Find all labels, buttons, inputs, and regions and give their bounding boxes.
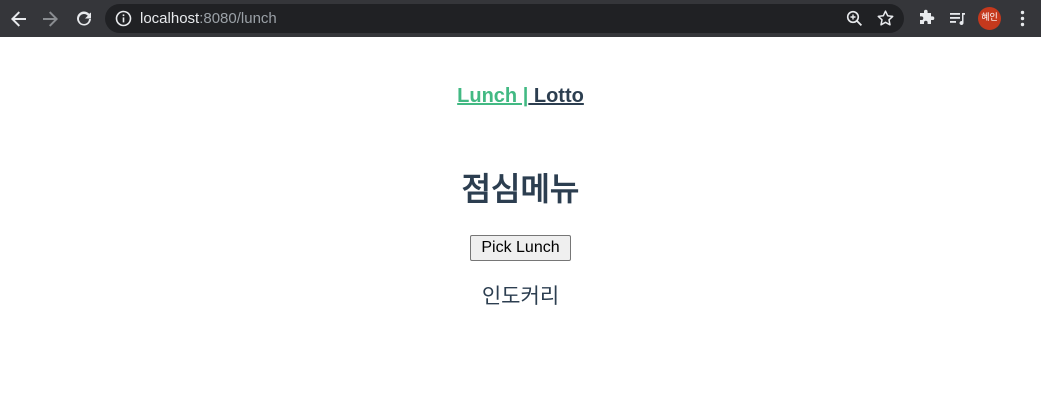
media-queue-icon[interactable] — [948, 9, 967, 28]
bookmark-star-icon[interactable] — [876, 9, 895, 28]
pick-lunch-button[interactable]: Pick Lunch — [470, 235, 571, 261]
browser-menu-icon[interactable] — [1013, 9, 1032, 28]
extensions-puzzle-icon[interactable] — [917, 9, 936, 28]
zoom-icon[interactable] — [845, 9, 864, 28]
address-bar[interactable]: localhost:8080/lunch — [105, 4, 904, 33]
app-nav: Lunch | Lotto — [0, 83, 1041, 109]
page-content: Lunch | Lotto 점심메뉴 Pick Lunch 인도커리 — [0, 37, 1041, 410]
url-path: :8080/lunch — [199, 10, 277, 27]
nav-link-lunch[interactable]: Lunch | — [457, 85, 528, 107]
back-button[interactable] — [6, 6, 32, 32]
reload-icon — [77, 11, 91, 26]
profile-avatar[interactable]: 혜인 — [978, 7, 1001, 30]
url-host: localhost — [140, 10, 200, 27]
forward-arrow-icon — [43, 11, 58, 27]
nav-link-lotto[interactable]: Lotto — [528, 85, 584, 107]
back-arrow-icon — [11, 11, 26, 27]
forward-button[interactable] — [37, 6, 63, 32]
profile-initials: 혜인 — [981, 13, 998, 23]
url-text[interactable]: localhost:8080/lunch — [140, 10, 277, 27]
site-info-icon[interactable] — [115, 10, 132, 27]
reload-button[interactable] — [71, 6, 97, 32]
browser-toolbar: localhost:8080/lunch 혜인 — [0, 0, 1041, 37]
page-title: 점심메뉴 — [461, 170, 580, 208]
lunch-result: 인도커리 — [481, 284, 560, 308]
